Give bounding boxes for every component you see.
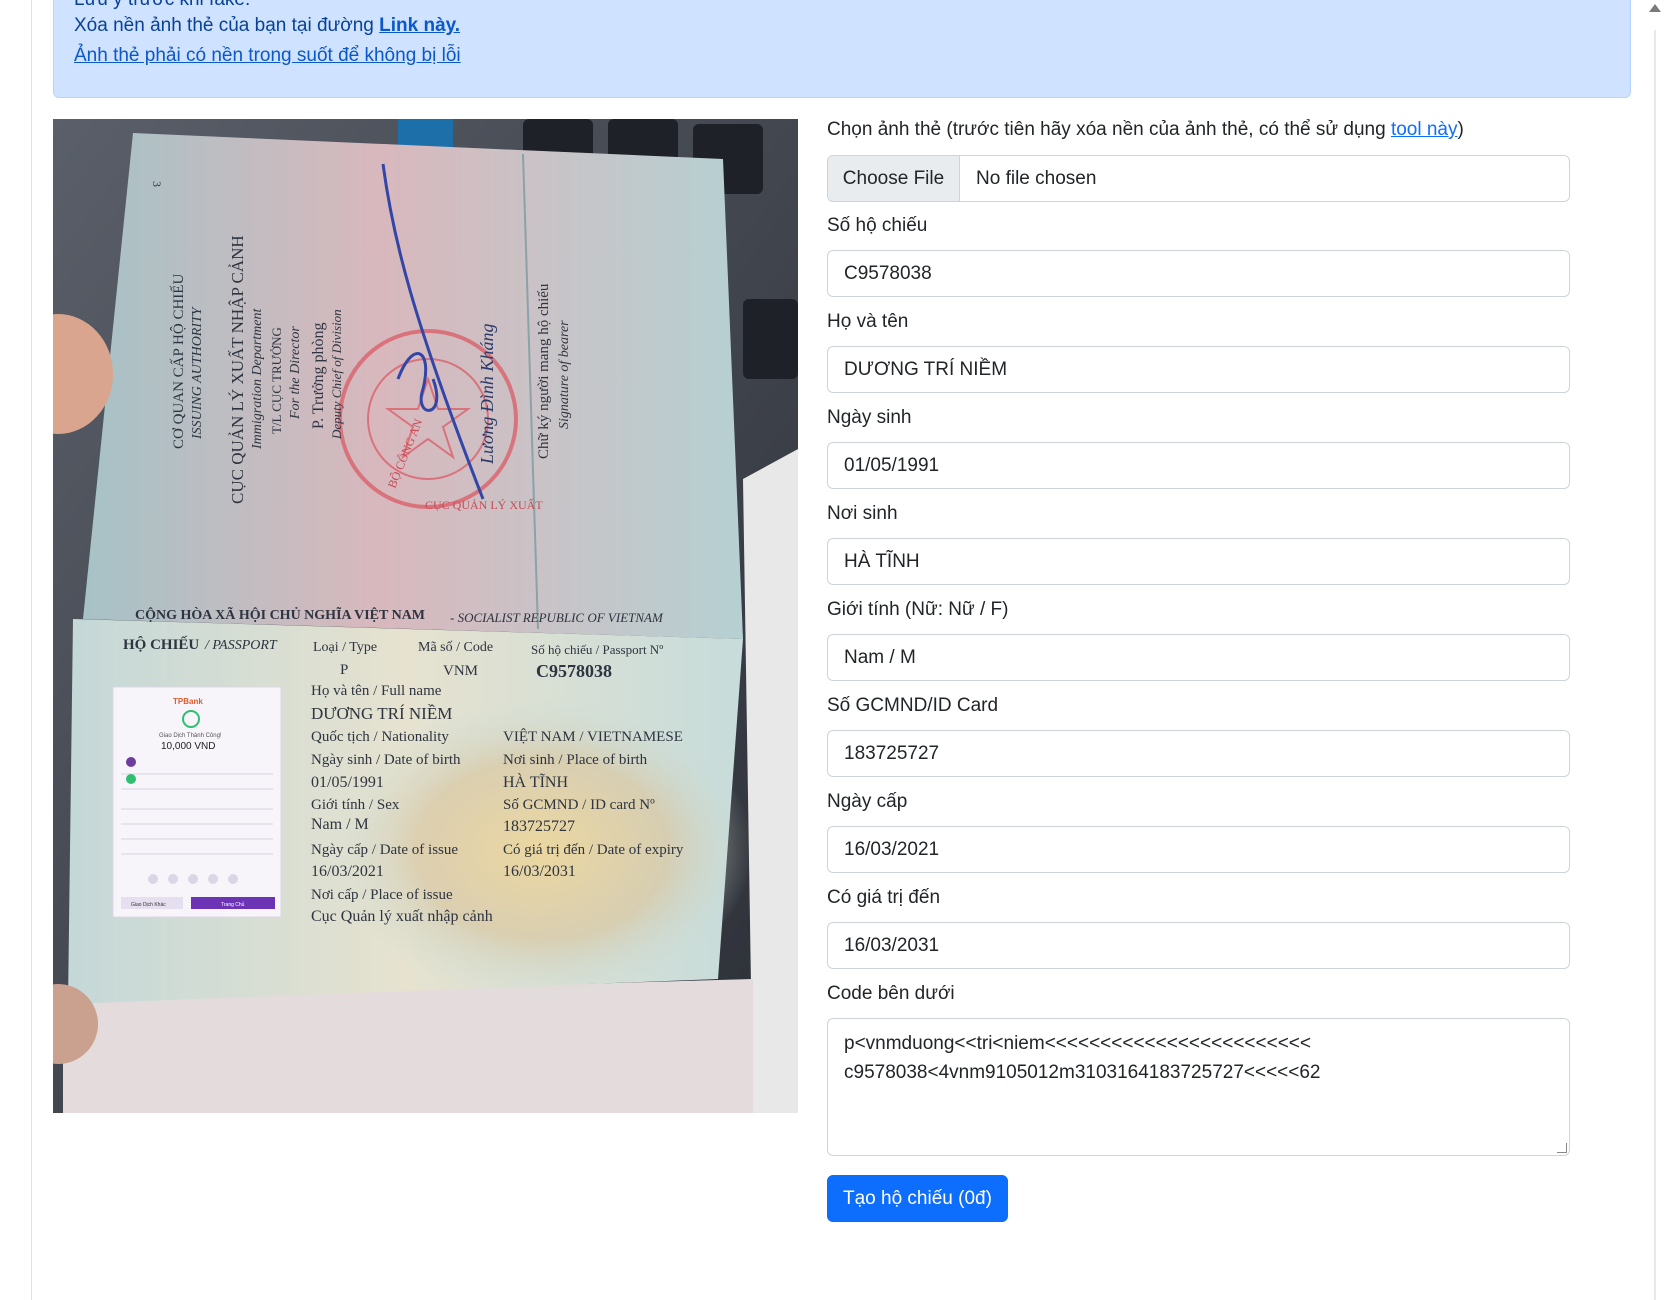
pob-label: Nơi sinh [827,503,898,524]
pp-card-btn-right: Trang Chủ [221,901,245,908]
pp-pob-value: HÀ TĨNH [503,772,568,791]
pp-director-vn: T/L CỤC TRƯỞNG [269,327,284,434]
mrz-line-1: p<vnmduong<<tri<niem<<<<<<<<<<<<<<<<<<<<… [844,1033,1311,1054]
mrz-line-2: c9578038<4vnm9105012m3103164183725727<<<… [844,1062,1321,1083]
full-name-input[interactable]: DƯƠNG TRÍ NIỀM [827,346,1570,393]
passport-number-label: Số hộ chiếu [827,215,928,236]
photo-label: Chọn ảnh thẻ (trước tiên hãy xóa nền của… [827,119,1464,141]
photo-file-input[interactable]: Choose File No file chosen [827,155,1570,202]
pp-photo-card: TPBank Giao Dịch Thành Công! 10,000 VND … [112,686,282,918]
pp-page-number: 3 [150,181,164,187]
mrz-label: Code bên dưới [827,983,955,1004]
pp-code-label: Mã số / Code [418,640,493,655]
pp-card-btn-left: Giao Dịch Khác [131,902,166,908]
pp-dob-value: 01/05/1991 [311,774,384,791]
pp-stamp-bottom: CỤC QUẢN LÝ XUẤT [425,497,543,512]
pp-code-value: VNM [443,663,478,679]
pp-nationality-value: VIỆT NAM / VIETNAMESE [503,728,683,745]
pp-passport-vn: HỘ CHIẾU [123,636,199,653]
pp-card-amount: 10,000 VND [161,741,215,752]
sex-label: Giới tính (Nữ: Nữ / F) [827,599,1009,620]
pp-pob-label: Nơi sinh / Place of birth [503,752,648,768]
photo-label-suffix: ) [1457,119,1464,140]
issue-date-input[interactable]: 16/03/2021 [827,826,1570,873]
pp-id-label: Số GCMND / ID card Nº [503,797,655,813]
transparent-bg-link[interactable]: Ảnh thẻ phải có nền trong suốt để không … [74,45,461,66]
scrollbar[interactable] [1640,0,1669,1300]
pp-sex-label: Giới tính / Sex [311,797,400,813]
info-alert: Lưu ý trước khi fake: Xóa nền ảnh thẻ củ… [53,0,1631,98]
pp-number-label: Số hộ chiếu / Passport Nº [531,642,663,657]
pp-nationality-label: Quốc tịch / Nationality [311,729,449,745]
pp-issue-label: Ngày cấp / Date of issue [311,842,458,858]
id-card-label: Số GCMND/ID Card [827,695,999,716]
issue-date-label: Ngày cấp [827,791,908,812]
pp-signer: Lương Đình Kháng [477,324,497,465]
pp-name-value: DƯƠNG TRÍ NIỀM [311,704,452,723]
pp-sex-value: Nam / M [311,816,369,833]
choose-file-button[interactable]: Choose File [828,156,960,201]
scroll-up-icon[interactable] [1649,4,1661,12]
file-status: No file chosen [976,168,1097,189]
expiry-date-input[interactable]: 16/03/2031 [827,922,1570,969]
pp-department-en: Immigration Department [250,308,265,450]
pp-place-value: Cục Quản lý xuất nhập cảnh [311,908,493,925]
expiry-date-label: Có giá trị đến [827,887,941,908]
pp-dob-label: Ngày sinh / Date of birth [311,752,461,768]
dob-label: Ngày sinh [827,407,912,428]
photo-label-text: Chọn ảnh thẻ (trước tiên hãy xóa nền của… [827,119,1391,140]
pp-type-label: Loại / Type [313,640,377,655]
pp-number-value: C9578038 [536,661,612,681]
alert-line-transparent: Ảnh thẻ phải có nền trong suốt để không … [74,41,461,71]
pp-passport-en: / PASSPORT [204,638,278,653]
pp-expiry-value: 16/03/2031 [503,863,576,880]
pp-bearer-en: Signature of bearer [557,320,572,429]
pp-id-value: 183725727 [503,818,575,835]
pp-issue-value: 16/03/2021 [311,863,384,880]
tool-link[interactable]: tool này [1391,119,1458,140]
pob-input[interactable]: HÀ TĨNH [827,538,1570,585]
pp-authority-vn: CƠ QUAN CẤP HỘ CHIẾU [170,274,187,449]
alert-line-remove-bg: Xóa nền ảnh thẻ của bạn tại đường Link n… [74,11,460,41]
sex-input[interactable]: Nam / M [827,634,1570,681]
mrz-textarea[interactable]: p<vnmduong<<tri<niem<<<<<<<<<<<<<<<<<<<<… [827,1018,1570,1156]
pp-deputy-en: Deputy Chief of Division [329,309,344,440]
full-name-label: Họ và tên [827,311,909,332]
scroll-track[interactable] [1654,30,1656,1300]
alert-text: Xóa nền ảnh thẻ của bạn tại đường [74,15,380,36]
pp-authority-en: ISSUING AUTHORITY [190,305,205,440]
pp-department-vn: CỤC QUẢN LÝ XUẤT NHẬP CẢNH [228,235,247,504]
pp-card-status: Giao Dịch Thành Công! [159,733,222,739]
pp-deputy-vn: P. Trưởng phòng [310,322,327,429]
pp-expiry-label: Có giá trị đến / Date of expiry [503,842,684,858]
create-passport-button[interactable]: Tạo hộ chiếu (0đ) [827,1175,1008,1222]
pp-place-label: Nơi cấp / Place of issue [311,887,453,903]
pp-director-en: For the Director [288,326,303,420]
pp-republic-vn: CỘNG HÒA XÃ HỘI CHỦ NGHĨA VIỆT NAM [135,605,425,623]
pp-card-brand: TPBank [173,697,203,706]
pp-bearer-vn: Chữ ký người mang hộ chiếu [536,283,552,459]
pp-type-value: P [340,662,348,678]
passport-number-input[interactable]: C9578038 [827,250,1570,297]
pp-name-label: Họ và tên / Full name [311,683,442,699]
passport-photo: 3 CƠ QUAN CẤP HỘ CHIẾU ISSUING AUTHORITY… [53,119,798,1113]
id-card-input[interactable]: 183725727 [827,730,1570,777]
resize-grip-icon[interactable] [1557,1143,1567,1153]
pp-republic-en: - SOCIALIST REPUBLIC OF VIETNAM [450,610,664,625]
remove-bg-link[interactable]: Link này. [379,15,460,36]
dob-input[interactable]: 01/05/1991 [827,442,1570,489]
